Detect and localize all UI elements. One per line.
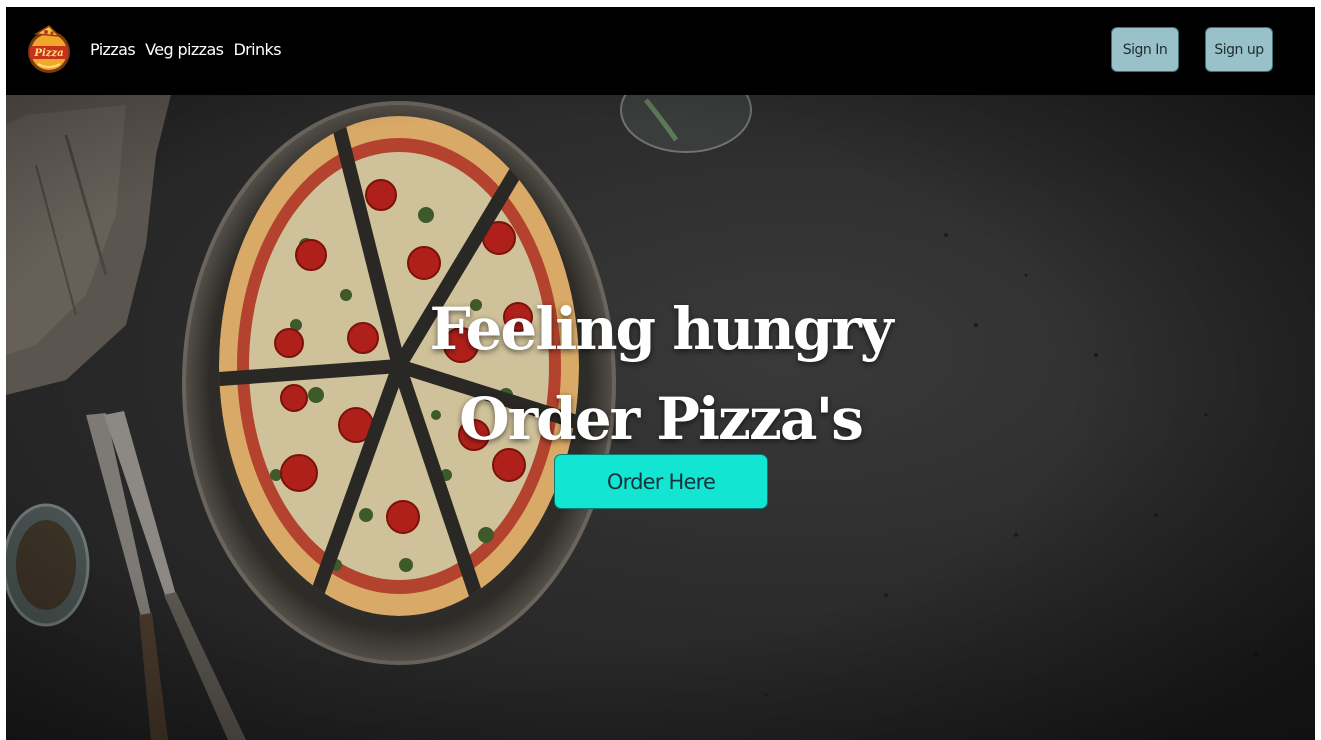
pizza-logo-icon[interactable]: Pizza xyxy=(26,22,72,78)
sign-up-button[interactable]: Sign up xyxy=(1205,27,1273,72)
navbar: Pizza Pizzas Veg pizzas Drinks Sign In S… xyxy=(6,7,1315,95)
nav-link-drinks[interactable]: Drinks xyxy=(233,40,281,59)
svg-text:Pizza: Pizza xyxy=(33,48,63,59)
hero-heading-line-2: Order Pizza's xyxy=(459,384,864,453)
hero-section: Feeling hungry Order Pizza's Order Here xyxy=(6,95,1315,740)
hero-heading: Feeling hungry Order Pizza's xyxy=(6,284,1315,464)
page-frame: Pizza Pizzas Veg pizzas Drinks Sign In S… xyxy=(6,7,1315,740)
nav-link-veg-pizzas[interactable]: Veg pizzas xyxy=(145,40,224,59)
order-here-button[interactable]: Order Here xyxy=(554,454,768,509)
nav-links: Pizzas Veg pizzas Drinks xyxy=(90,40,282,59)
sign-in-button[interactable]: Sign In xyxy=(1111,27,1179,72)
nav-link-pizzas[interactable]: Pizzas xyxy=(90,40,136,59)
hero-heading-line-1: Feeling hungry xyxy=(429,294,893,363)
